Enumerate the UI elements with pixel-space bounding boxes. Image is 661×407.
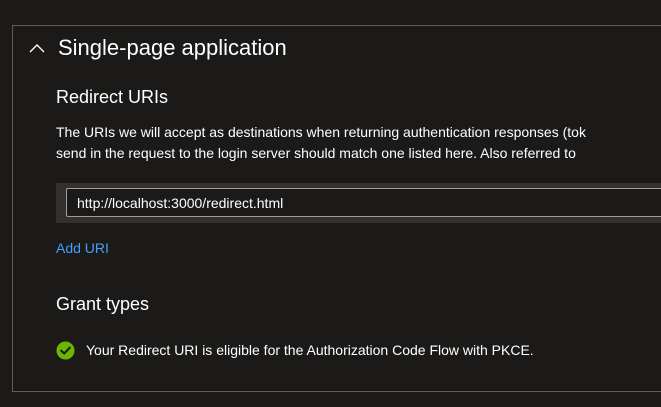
redirect-uris-heading: Redirect URIs <box>56 87 169 107</box>
chevron-up-icon[interactable] <box>27 38 47 58</box>
pkce-eligibility-status: Your Redirect URI is eligible for the Au… <box>56 340 534 360</box>
grant-types-heading: Grant types <box>56 294 150 314</box>
section-header[interactable]: Single-page application <box>13 26 661 70</box>
description-line-1: The URIs we will accept as destinations … <box>56 124 586 140</box>
single-page-application-panel: Single-page application Redirect URIs Th… <box>12 25 661 392</box>
section-title: Single-page application <box>58 35 287 60</box>
check-circle-icon <box>56 340 75 360</box>
description-line-2: send in the request to the login server … <box>56 145 576 161</box>
add-uri-link[interactable]: Add URI <box>56 238 109 258</box>
redirect-uri-input[interactable] <box>66 188 661 217</box>
eligibility-text: Your Redirect URI is eligible for the Au… <box>86 342 534 358</box>
redirect-uris-description: The URIs we will accept as destinations … <box>56 122 661 164</box>
redirect-uri-row <box>56 183 661 223</box>
